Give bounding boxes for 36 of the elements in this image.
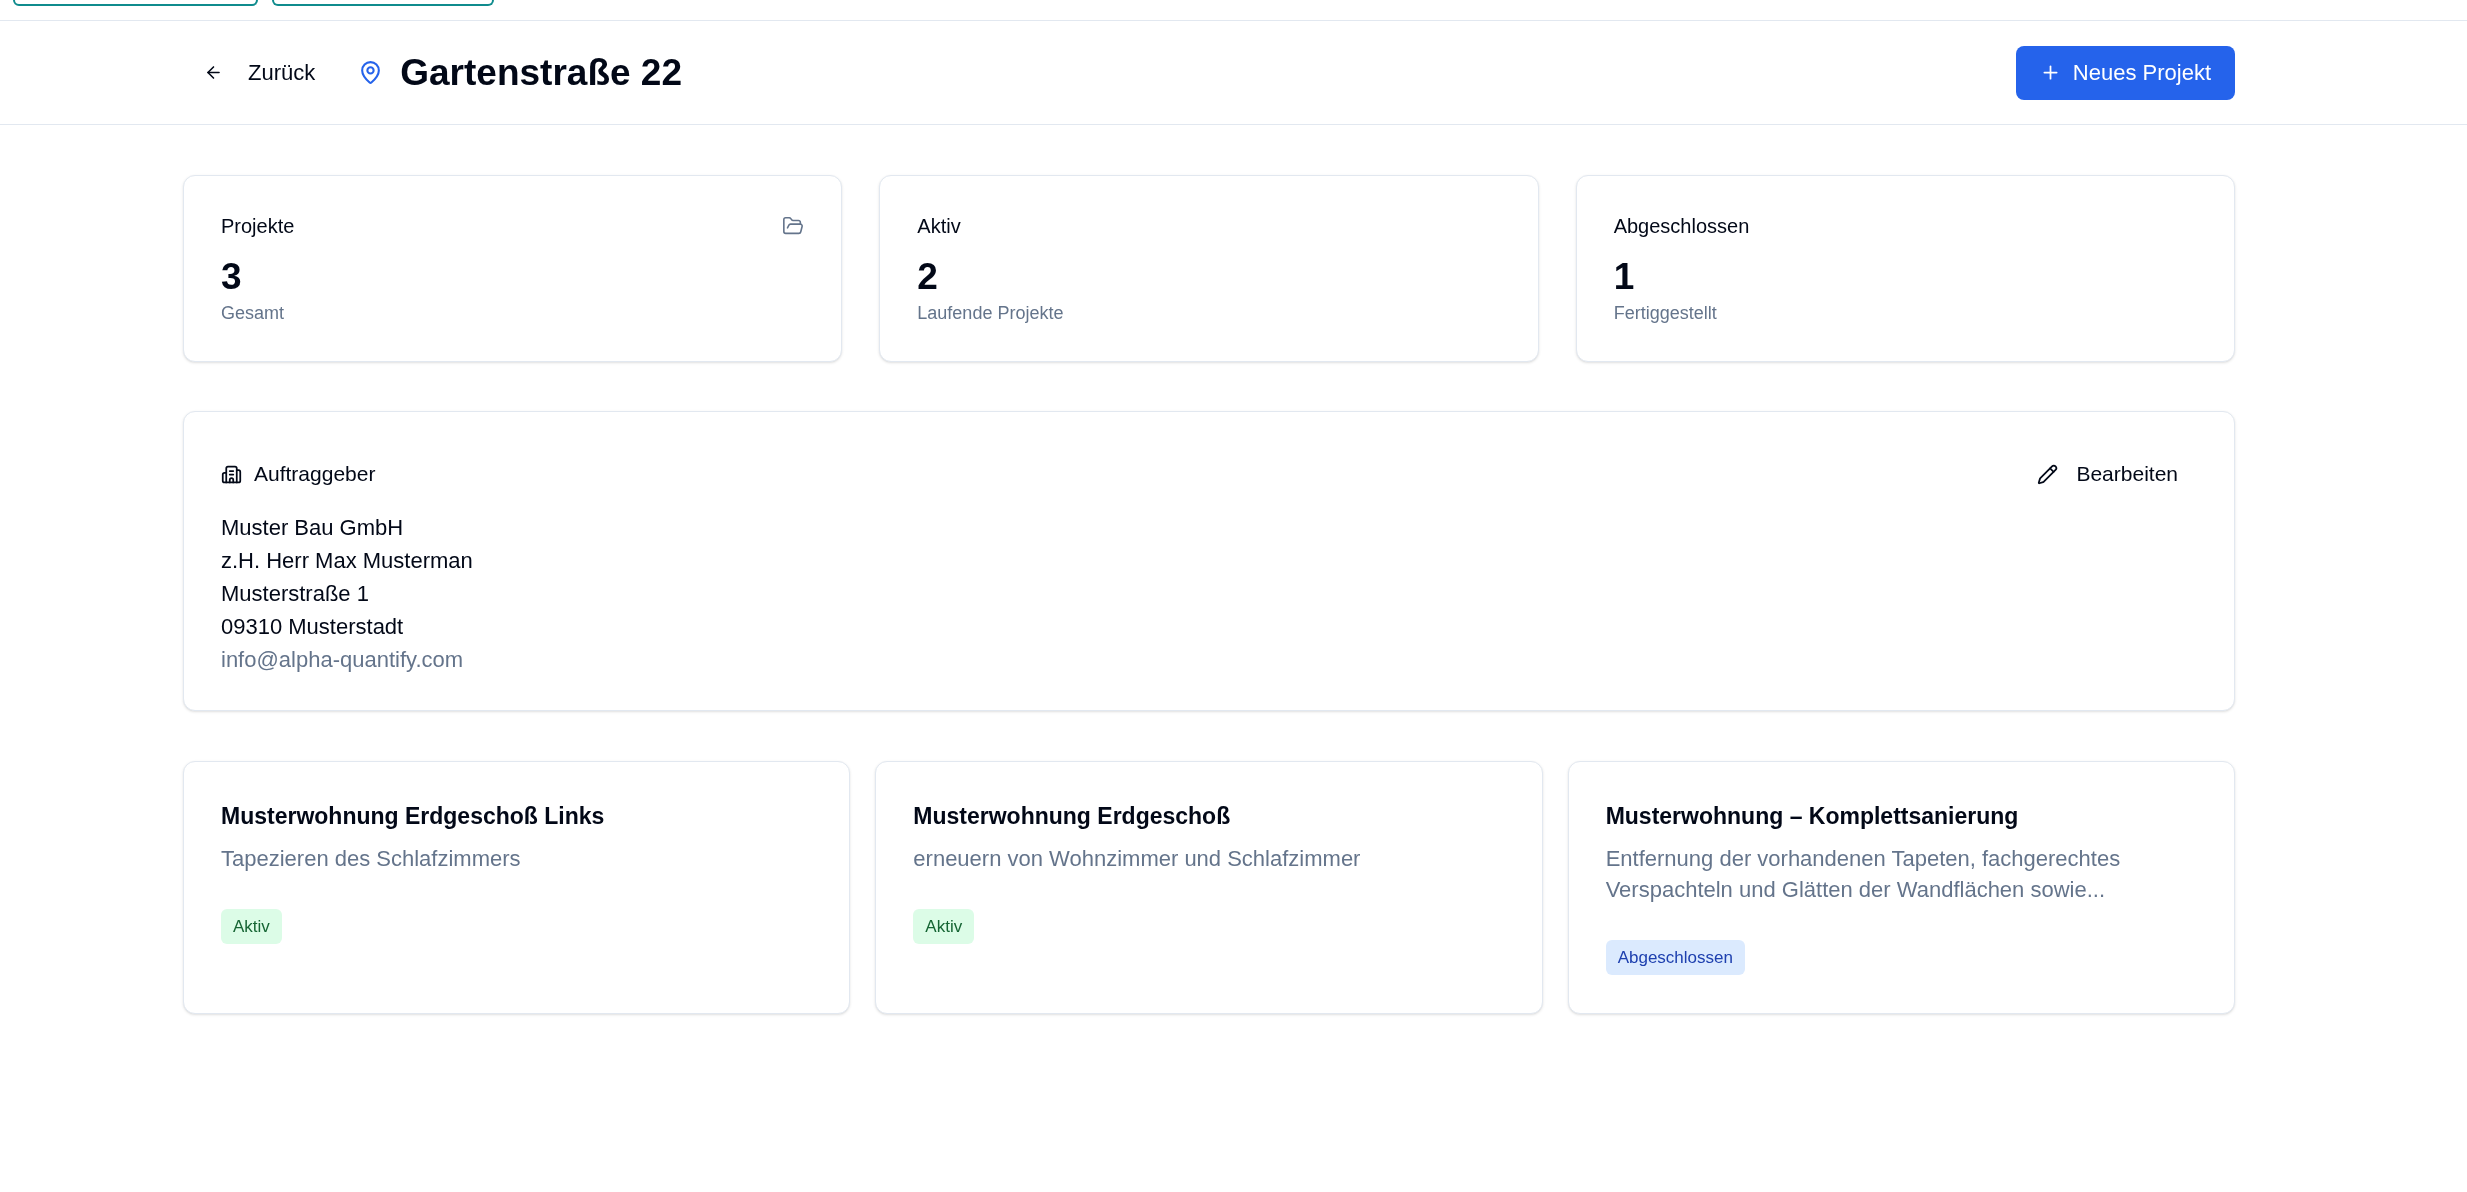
stat-value: 3 [221, 257, 243, 297]
project-card[interactable]: Musterwohnung Erdgeschoß Links Tapezieren des Schlafzimmers Aktiv [183, 761, 851, 1014]
stat-label: Projekte [221, 214, 295, 239]
project-description: erneuern von Wohnzimmer und Schlafzimmer [913, 845, 1361, 873]
edit-button[interactable]: Bearbeiten [2018, 447, 2197, 501]
project-title: Musterwohnung Erdgeschoß [913, 802, 1231, 831]
status-badge: Aktiv [913, 909, 975, 944]
stat-value: 2 [917, 257, 939, 297]
project-title: Musterwohnung Erdgeschoß Links [221, 802, 605, 831]
stat-caption: Laufende Projekte [917, 302, 1065, 325]
project-card[interactable]: Musterwohnung – Komplettsanierung Entfernung der vorhandenen Tapeten, fachgerechtes Verspachteln und Glätten der Wandflächen sowie... Abgeschlossen [1567, 761, 2235, 1014]
company-name: Muster Bau GmbH [221, 514, 404, 542]
stat-caption: Gesamt [221, 302, 286, 325]
building-icon [221, 463, 242, 485]
project-title: Musterwohnung – Komplettsanierung [1605, 802, 2019, 831]
project-description: Entfernung der vorhandenen Tapeten, fachgerechtes Verspachteln und Glätten der Wandflächen sowie... [1605, 845, 2122, 904]
folder-icon [782, 215, 805, 237]
toolbar-button[interactable] [13, 0, 258, 6]
address-line: 09310 Musterstadt [221, 613, 404, 641]
project-card[interactable]: Musterwohnung Erdgeschoß erneuern von Wohnzimmer und Schlafzimmer Aktiv [875, 761, 1543, 1014]
status-badge: Aktiv [221, 909, 282, 944]
status-badge: Abgeschlossen [1605, 940, 1745, 975]
section-heading: Auftraggeber [254, 461, 376, 488]
new-project-button[interactable]: Neues Projekt [2015, 45, 2235, 100]
stat-caption: Fertiggestellt [1613, 302, 1718, 325]
stat-label: Abgeschlossen [1613, 214, 1750, 239]
project-description: Tapezieren des Schlafzimmers [221, 845, 521, 873]
page-title: Gartenstraße 22 [400, 50, 682, 95]
back-button[interactable]: Zurück [183, 45, 337, 100]
address-line: z.H. Herr Max Musterman [221, 547, 473, 575]
stat-value: 1 [1613, 257, 1636, 297]
pencil-icon [2037, 463, 2059, 485]
email-link[interactable]: info@alpha-quantify.com [221, 643, 464, 676]
toolbar-button[interactable] [272, 0, 494, 6]
stat-label: Aktiv [917, 214, 961, 239]
address-line: Musterstraße 1 [221, 580, 369, 608]
